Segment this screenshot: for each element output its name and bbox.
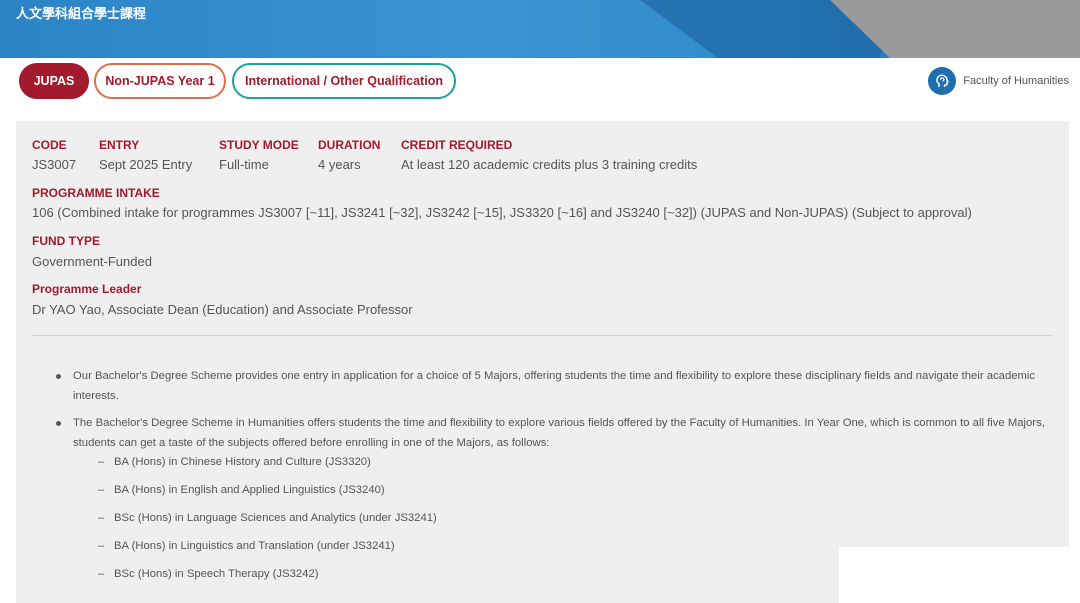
head-profile-icon — [928, 67, 957, 95]
credit-label: CREDIT REQUIRED — [401, 138, 513, 152]
code-value: JS3007 — [32, 157, 77, 172]
major-item-text: BA (Hons) in Chinese History and Culture… — [114, 456, 371, 468]
fund-type-value: Government-Funded — [32, 254, 152, 269]
duration-value: 4 years — [318, 157, 361, 172]
major-item-text: BA (Hons) in Linguistics and Translation… — [114, 540, 395, 552]
faculty-link[interactable]: Faculty of Humanities — [928, 66, 1069, 96]
major-item-text: BSc (Hons) in Language Sciences and Anal… — [114, 512, 437, 524]
dash-icon: – — [98, 484, 105, 496]
intake-label: PROGRAMME INTAKE — [32, 186, 160, 200]
major-item-text: BA (Hons) in English and Applied Linguis… — [114, 484, 385, 496]
code-label: CODE — [32, 138, 67, 152]
dash-icon: – — [98, 456, 105, 468]
dash-icon: – — [98, 540, 105, 552]
bullet-dot-icon — [56, 374, 61, 379]
list-item-text: Our Bachelor's Degree Scheme provides on… — [73, 370, 1036, 402]
blank-area — [839, 547, 1080, 603]
study-mode-label: STUDY MODE — [219, 138, 299, 152]
faculty-label: Faculty of Humanities — [963, 75, 1069, 87]
major-item-text: BSc (Hons) in Speech Therapy (JS3242) — [114, 568, 319, 580]
header-banner: 人文學科組合學士課程 — [0, 0, 1080, 58]
bullet-dot-icon — [56, 421, 61, 426]
tab-jupas[interactable]: JUPAS — [19, 63, 89, 99]
programme-leader-value: Dr YAO Yao, Associate Dean (Education) a… — [32, 302, 413, 317]
dash-icon: – — [98, 512, 105, 524]
duration-label: DURATION — [318, 138, 381, 152]
page-title: 人文學科組合學士課程 — [16, 7, 147, 22]
list-item-text: The Bachelor's Degree Scheme in Humaniti… — [73, 417, 1045, 449]
programme-leader-label: Programme Leader — [32, 282, 142, 296]
intake-value: 106 (Combined intake for programmes JS30… — [32, 205, 972, 220]
credit-value: At least 120 academic credits plus 3 tra… — [401, 157, 698, 172]
programme-info-panel: CODE JS3007 ENTRY Sept 2025 Entry STUDY … — [16, 121, 1069, 603]
fund-type-label: FUND TYPE — [32, 234, 101, 248]
study-mode-value: Full-time — [219, 157, 269, 172]
divider — [32, 335, 1053, 336]
entry-value: Sept 2025 Entry — [99, 157, 193, 172]
entry-label: ENTRY — [99, 138, 140, 152]
tab-international-other[interactable]: International / Other Qualification — [232, 63, 456, 99]
dash-icon: – — [98, 568, 105, 580]
tab-non-jupas-year-1[interactable]: Non-JUPAS Year 1 — [94, 63, 226, 99]
